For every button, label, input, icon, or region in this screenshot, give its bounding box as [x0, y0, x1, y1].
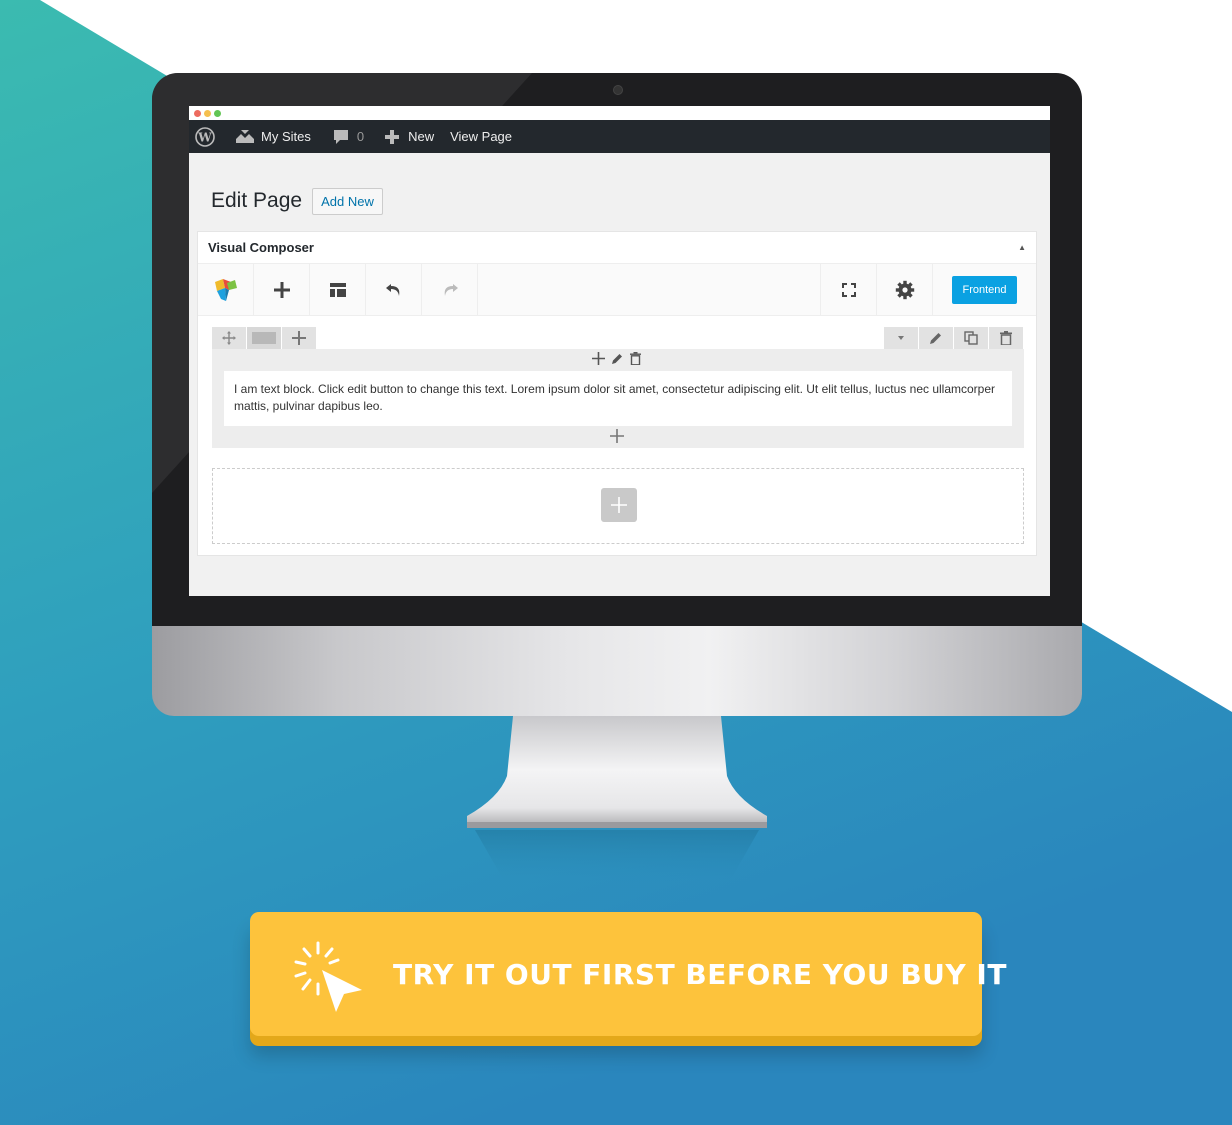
plus-icon: [385, 129, 400, 144]
redo-button[interactable]: [422, 264, 478, 316]
view-page-label: View Page: [450, 129, 513, 144]
vc-title: Visual Composer: [208, 240, 314, 255]
undo-icon: [385, 284, 399, 296]
add-element-button[interactable]: [254, 264, 310, 316]
row-move-button[interactable]: [212, 327, 246, 349]
new-label: New: [408, 129, 435, 144]
new-menu[interactable]: New: [375, 120, 441, 153]
row-toggle-button[interactable]: [884, 327, 918, 349]
column-add-button[interactable]: [610, 429, 624, 448]
camera: [613, 85, 623, 95]
trash-icon[interactable]: [630, 352, 641, 365]
row-delete-button[interactable]: [989, 327, 1023, 349]
trash-icon: [1000, 331, 1012, 345]
fullscreen-icon: [841, 283, 856, 297]
plus-icon: [610, 429, 624, 443]
vc-logo-button[interactable]: [198, 264, 254, 316]
column-layout-icon: [252, 332, 276, 344]
row-clone-button[interactable]: [954, 327, 988, 349]
my-sites-menu[interactable]: My Sites: [228, 120, 318, 153]
frontend-wrapper: Frontend: [932, 264, 1036, 316]
vc-row: I am text block. Click edit button to ch…: [212, 327, 1024, 448]
wordpress-menu[interactable]: W: [189, 120, 222, 153]
monitor-stand: [467, 716, 767, 886]
empty-row-placeholder: [212, 468, 1024, 544]
visual-composer-panel: Visual Composer ▲ Frontend I am text blo…: [197, 231, 1037, 556]
row-add-column-button[interactable]: [282, 327, 316, 349]
admin-bar: W My Sites 0 New View Page: [189, 120, 1050, 153]
page-title: Edit Page: [211, 189, 303, 212]
pencil-icon: [930, 333, 941, 344]
settings-button[interactable]: [876, 264, 932, 316]
window-titlebar: [189, 106, 1050, 120]
undo-button[interactable]: [366, 264, 422, 316]
close-dot[interactable]: [194, 109, 201, 117]
templates-button[interactable]: [310, 264, 366, 316]
layout-icon: [329, 283, 346, 297]
text-block[interactable]: I am text block. Click edit button to ch…: [224, 371, 1012, 426]
monitor-chin: [152, 626, 1082, 716]
cursor-click-icon: [294, 941, 362, 1012]
caret-down-icon: [898, 336, 904, 340]
fullscreen-button[interactable]: [820, 264, 876, 316]
row-column: I am text block. Click edit button to ch…: [212, 349, 1024, 448]
row-controls: [212, 327, 1024, 349]
row-layout-button[interactable]: [247, 327, 281, 349]
page-heading: Edit Page Add New: [189, 153, 1050, 225]
move-icon: [222, 331, 236, 345]
comment-icon: [333, 129, 348, 144]
maximize-dot[interactable]: [214, 109, 221, 117]
minimize-dot[interactable]: [204, 109, 211, 117]
svg-text:W: W: [197, 130, 212, 144]
plus-icon: [292, 331, 306, 345]
vc-toolbar: Frontend: [198, 264, 1036, 316]
screen: W My Sites 0 New View Page Edit Page Add: [189, 106, 1050, 596]
row-edit-button[interactable]: [919, 327, 953, 349]
gear-icon: [895, 280, 914, 300]
frontend-button[interactable]: Frontend: [952, 276, 1017, 304]
comments-menu[interactable]: 0: [324, 120, 371, 153]
add-row-button[interactable]: [601, 488, 637, 522]
plus-icon[interactable]: [592, 352, 605, 365]
comment-count: 0: [356, 129, 365, 144]
cta-button[interactable]: TRY IT OUT FIRST BEFORE YOU BUY IT: [250, 912, 1006, 1036]
element-tools: [592, 352, 641, 365]
pencil-icon[interactable]: [611, 352, 624, 365]
wordpress-icon: W: [195, 126, 215, 147]
redo-icon: [444, 284, 458, 296]
vc-logo-icon: [214, 279, 237, 301]
plus-icon: [611, 497, 627, 513]
collapse-arrow-icon[interactable]: ▲: [1018, 243, 1026, 252]
view-page-link[interactable]: View Page: [443, 120, 519, 153]
my-sites-icon: [236, 129, 254, 143]
my-sites-label: My Sites: [261, 129, 311, 144]
plus-icon: [273, 282, 290, 298]
copy-icon: [964, 331, 978, 345]
cta-label: TRY IT OUT FIRST BEFORE YOU BUY IT: [393, 957, 1007, 991]
add-new-button[interactable]: Add New: [312, 187, 383, 215]
vc-header[interactable]: Visual Composer ▲: [198, 232, 1036, 264]
